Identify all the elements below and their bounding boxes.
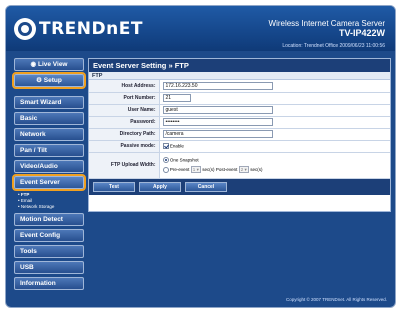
user-name-label: User Name: <box>89 104 160 117</box>
header: TRENDnET Wireless Internet Camera Server… <box>6 6 395 51</box>
table-row: FTP Upload Width: One Snapshot Pre-event… <box>89 152 390 179</box>
sidebar-item-tools[interactable]: Tools <box>14 245 84 258</box>
brand-name: TRENDnET <box>39 19 143 39</box>
port-number-input[interactable]: 21 <box>162 94 191 102</box>
directory-path-input[interactable]: /camera <box>162 130 273 138</box>
subitem-network-storage[interactable]: • Network Storage <box>14 204 84 210</box>
eye-icon: ◉ <box>30 61 38 68</box>
one-snapshot-label: One Snapshot <box>169 157 199 163</box>
table-row: Host Address: 172.16.223.50 <box>89 80 390 93</box>
user-name-input[interactable]: guest <box>162 106 273 114</box>
passive-mode-label: Passive mode: <box>89 140 160 153</box>
live-view-button[interactable]: ◉ Live View <box>14 58 84 71</box>
passive-mode-text: Enable <box>169 143 184 149</box>
brand-logo: TRENDnET <box>14 18 143 40</box>
table-row: User Name: guest <box>89 104 390 117</box>
password-input[interactable]: •••••••• <box>162 118 273 126</box>
pre-event-select[interactable]: 1 ▾ <box>190 166 201 174</box>
table-row: Password: •••••••• <box>89 116 390 129</box>
sidebar-item-usb[interactable]: USB <box>14 261 84 274</box>
sidebar: ◉ Live View ⚙ Setup Smart Wizard Basic N… <box>12 58 86 293</box>
one-snapshot-radio[interactable] <box>162 156 169 163</box>
table-row: Passive mode: Enable <box>89 140 390 153</box>
location-timestamp: Location: Trendnet Office 2009/06/23 11:… <box>282 43 385 49</box>
setup-button[interactable]: ⚙ Setup <box>12 72 86 89</box>
action-bar: Test Apply Cancel <box>89 178 390 195</box>
cancel-button[interactable]: Cancel <box>185 181 227 192</box>
directory-path-label: Directory Path: <box>89 128 160 141</box>
post-event-label: Post-event <box>215 167 238 173</box>
port-number-label: Port Number: <box>89 92 160 105</box>
section-header: FTP <box>89 72 390 80</box>
post-event-select[interactable]: 2 ▾ <box>238 166 249 174</box>
sidebar-item-pan-tilt[interactable]: Pan / Tilt <box>14 144 84 157</box>
passive-mode-checkbox[interactable] <box>162 142 169 149</box>
pre-event-label: Pre-event <box>169 167 190 173</box>
sidebar-item-motion-detect[interactable]: Motion Detect <box>14 213 84 226</box>
apply-button[interactable]: Apply <box>139 181 181 192</box>
main-panel: Event Server Setting » FTP FTP Host Addr… <box>88 58 391 212</box>
sidebar-item-basic[interactable]: Basic <box>14 112 84 125</box>
trendnet-logo-icon <box>14 18 36 40</box>
ftp-upload-label: FTP Upload Width: <box>89 152 160 179</box>
host-address-input[interactable]: 172.16.223.50 <box>162 81 273 90</box>
page-title: Event Server Setting » FTP <box>89 59 390 72</box>
product-model: TV-IP422W <box>338 28 385 38</box>
sidebar-item-video-audio[interactable]: Video/Audio <box>14 160 84 173</box>
sidebar-item-network[interactable]: Network <box>14 128 84 141</box>
table-row: Port Number: 21 <box>89 92 390 105</box>
ftp-settings-table: Host Address: 172.16.223.50 Port Number:… <box>89 80 390 179</box>
app-frame: TRENDnET Wireless Internet Camera Server… <box>5 5 396 308</box>
gear-icon: ⚙ <box>36 77 44 84</box>
product-name: Wireless Internet Camera Server <box>268 19 385 28</box>
sidebar-item-information[interactable]: Information <box>14 277 84 290</box>
password-label: Password: <box>89 116 160 129</box>
pre-event-unit: sec(s) <box>202 167 215 173</box>
pre-event-radio[interactable] <box>162 166 169 173</box>
post-event-unit: sec(s) <box>250 167 263 173</box>
product-info: Wireless Internet Camera Server TV-IP422… <box>269 19 385 38</box>
sidebar-item-smart-wizard[interactable]: Smart Wizard <box>14 96 84 109</box>
sidebar-item-event-config[interactable]: Event Config <box>14 229 84 242</box>
host-address-label: Host Address: <box>89 80 160 93</box>
table-row: Directory Path: /camera <box>89 128 390 141</box>
test-button[interactable]: Test <box>93 181 135 192</box>
copyright: Copyright © 2007 TRENDnet. All Rights Re… <box>285 297 387 302</box>
sidebar-item-event-server[interactable]: Event Server <box>12 174 86 191</box>
